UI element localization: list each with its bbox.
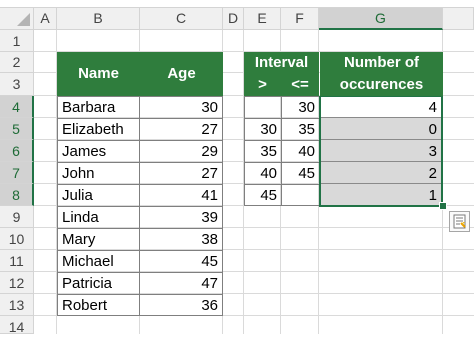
- age-cell[interactable]: 41: [139, 184, 223, 207]
- quick-analysis-icon: [453, 214, 466, 229]
- header-occurences[interactable]: occurences: [320, 74, 443, 96]
- name-cell[interactable]: Mary: [57, 228, 140, 251]
- occurrence-cell[interactable]: 2: [321, 163, 441, 184]
- row-header-2[interactable]: 2: [0, 52, 34, 73]
- name-cell[interactable]: Michael: [57, 250, 140, 273]
- row-header-10[interactable]: 10: [0, 228, 34, 250]
- interval-header: Interval > <=: [244, 52, 319, 96]
- name-cell[interactable]: Robert: [57, 294, 140, 316]
- column-header-e[interactable]: E: [244, 8, 281, 30]
- occurrence-cell[interactable]: 0: [321, 119, 441, 140]
- column-header-g[interactable]: G: [319, 8, 443, 30]
- interval-upper-cell[interactable]: [281, 184, 320, 206]
- row-header-4[interactable]: 4: [0, 96, 34, 118]
- header-greater-than[interactable]: >: [244, 74, 281, 96]
- occurrence-cell[interactable]: 1: [321, 185, 441, 205]
- age-cell[interactable]: 30: [139, 96, 223, 119]
- interval-lower-cell[interactable]: 35: [244, 140, 282, 163]
- interval-upper-cell[interactable]: 40: [281, 140, 320, 163]
- age-cell[interactable]: 29: [139, 140, 223, 163]
- quick-analysis-button[interactable]: [449, 211, 470, 232]
- age-cell[interactable]: 36: [139, 294, 223, 316]
- age-cell[interactable]: 38: [139, 228, 223, 251]
- column-header-c[interactable]: C: [140, 8, 223, 30]
- row-header-9[interactable]: 9: [0, 206, 34, 228]
- interval-upper-cell[interactable]: 30: [281, 96, 320, 119]
- age-cell[interactable]: 27: [139, 118, 223, 141]
- row-header-11[interactable]: 11: [0, 250, 34, 272]
- age-cell[interactable]: 39: [139, 206, 223, 229]
- row-header-5[interactable]: 5: [0, 118, 34, 140]
- name-cell[interactable]: Julia: [57, 184, 140, 207]
- select-all-triangle-icon: [17, 13, 30, 26]
- header-number-of[interactable]: Number of: [320, 52, 443, 74]
- interval-lower-cell[interactable]: 45: [244, 184, 282, 206]
- header-name[interactable]: Name: [57, 63, 140, 85]
- occurrence-cell[interactable]: 3: [321, 141, 441, 162]
- formula-area-edge: [0, 0, 474, 8]
- column-header-h[interactable]: [443, 8, 474, 30]
- column-header-a[interactable]: A: [34, 8, 57, 30]
- select-all-corner[interactable]: [0, 8, 34, 30]
- row-header-6[interactable]: 6: [0, 140, 34, 162]
- interval-lower-cell[interactable]: [244, 96, 282, 119]
- column-header-b[interactable]: B: [57, 8, 140, 30]
- interval-upper-cell[interactable]: 35: [281, 118, 320, 141]
- row-header-13[interactable]: 13: [0, 294, 34, 316]
- names-table-header: Name Age: [57, 52, 223, 96]
- name-cell[interactable]: James: [57, 140, 140, 163]
- age-cell[interactable]: 47: [139, 272, 223, 295]
- header-interval[interactable]: Interval: [244, 52, 319, 74]
- age-cell[interactable]: 45: [139, 250, 223, 273]
- age-cell[interactable]: 27: [139, 162, 223, 185]
- interval-lower-cell[interactable]: 30: [244, 118, 282, 141]
- name-cell[interactable]: Barbara: [57, 96, 140, 119]
- interval-upper-cell[interactable]: 45: [281, 162, 320, 185]
- header-less-equal[interactable]: <=: [281, 74, 319, 96]
- occurrences-header: Number of occurences: [320, 52, 443, 96]
- column-header-f[interactable]: F: [281, 8, 319, 30]
- name-cell[interactable]: Elizabeth: [57, 118, 140, 141]
- fill-handle[interactable]: [439, 202, 447, 210]
- name-cell[interactable]: Linda: [57, 206, 140, 229]
- name-cell[interactable]: Patricia: [57, 272, 140, 295]
- row-header-3[interactable]: 3: [0, 73, 34, 96]
- row-header-12[interactable]: 12: [0, 272, 34, 294]
- header-age[interactable]: Age: [140, 63, 223, 85]
- occurrence-cell-active[interactable]: 4: [321, 97, 441, 118]
- interval-lower-cell[interactable]: 40: [244, 162, 282, 185]
- row-header-14[interactable]: 14: [0, 316, 34, 335]
- row-header-7[interactable]: 7: [0, 162, 34, 184]
- row-header-8[interactable]: 8: [0, 184, 34, 206]
- column-header-d[interactable]: D: [223, 8, 244, 30]
- name-cell[interactable]: John: [57, 162, 140, 185]
- row-header-1[interactable]: 1: [0, 30, 34, 52]
